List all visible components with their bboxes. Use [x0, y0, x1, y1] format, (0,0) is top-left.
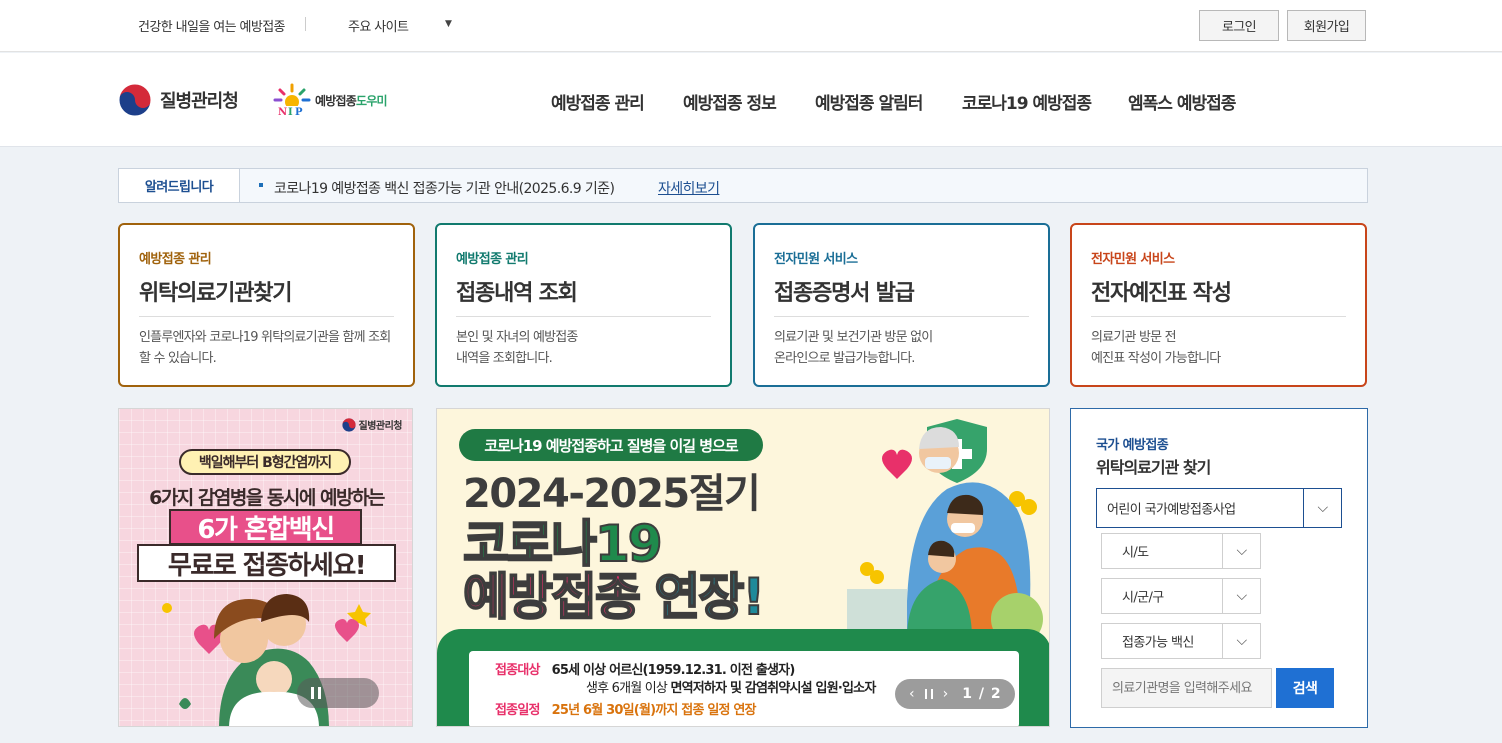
header: 질병관리청 N I P 예방접종도우미 예방접종 관리 예방접종 정보 예방접종… [0, 53, 1502, 147]
banner-row-target: 접종대상 65세 이상 어르신(1959.12.31. 이전 출생자) [495, 659, 796, 678]
pause-icon[interactable] [311, 687, 321, 699]
kdca-name: 질병관리청 [160, 91, 239, 112]
nav-vaccination-info[interactable]: 예방접종 정보 [683, 89, 777, 114]
card-divider [456, 316, 711, 317]
banner-ext-a: 예방접종 [462, 567, 642, 627]
kdca-logo[interactable]: 질병관리청 [118, 83, 239, 117]
nip-name: 예방접종도우미 [315, 92, 387, 109]
taegeuk-emblem-icon [118, 83, 152, 117]
search-button[interactable]: 검색 [1276, 668, 1334, 708]
row2-text-b: 면역저하자 및 감염취약시설 입원·입소자 [670, 681, 876, 696]
card-desc: 의료기관 방문 전 예진표 작성이 가능합니다 [1091, 330, 1221, 366]
vaccine-select-value: 접종가능 백신 [1122, 635, 1194, 651]
chevron-down-icon[interactable]: ⌵ [1303, 489, 1341, 527]
taegeuk-emblem-icon [341, 417, 356, 432]
chevron-down-icon[interactable]: ⌵ [1222, 534, 1260, 568]
nav-vaccination-notice[interactable]: 예방접종 알림터 [815, 89, 923, 114]
program-select[interactable]: 어린이 국가예방접종사업 ⌵ [1096, 488, 1342, 528]
nip-name-b: 도우미 [355, 93, 388, 108]
card-divider [774, 316, 1029, 317]
banner-line2: 6가지 감염병을 동시에 예방하는 [149, 487, 385, 509]
nav-mpox-vaccination[interactable]: 엠폭스 예방접종 [1128, 89, 1236, 114]
nav-vaccination-management[interactable]: 예방접종 관리 [551, 89, 645, 114]
chevron-right-icon[interactable]: › [943, 686, 949, 702]
signup-button[interactable]: 회원가입 [1287, 10, 1366, 41]
card-title: 접종내역 조회 [456, 281, 578, 306]
card-category: 예방접종 관리 [456, 252, 529, 267]
divider [305, 17, 306, 31]
nav-covid19-vaccination[interactable]: 코로나19 예방접종 [962, 89, 1092, 114]
vaccine-select[interactable]: 접종가능 백신 ⌵ [1101, 623, 1261, 659]
nip-logo[interactable]: N I P 예방접종도우미 [272, 82, 387, 118]
hexavalent-vaccine-banner[interactable]: 질병관리청 백일해부터 B형간염까지 6가지 감염병을 동시에 예방하는 6가 … [118, 408, 413, 727]
sido-select[interactable]: 시/도 ⌵ [1101, 533, 1261, 569]
login-button[interactable]: 로그인 [1199, 10, 1279, 41]
banner-left-controls [297, 678, 379, 708]
card-desc: 인플루엔자와 코로나19 위탁의료기관을 함께 조회할 수 있습니다. [139, 330, 391, 366]
notice-bar: 알려드립니다 코로나19 예방접종 백신 접종가능 기관 안내(2025.6.9… [118, 168, 1368, 203]
notice-text[interactable]: 코로나19 예방접종 백신 접종가능 기관 안내(2025.6.9 기준) [274, 178, 615, 198]
chevron-down-icon[interactable]: ⌵ [1222, 624, 1260, 658]
clinic-name-input[interactable] [1101, 668, 1272, 708]
bullet-icon [259, 183, 263, 187]
card-title: 접종증명서 발급 [774, 281, 915, 306]
row-tag: 접종일정 [495, 703, 540, 718]
card-title: 위탁의료기관찾기 [139, 281, 293, 306]
svg-text:N: N [278, 107, 287, 118]
major-sites-dropdown[interactable]: 주요 사이트 [348, 16, 409, 35]
chevron-down-icon[interactable]: ⌵ [1222, 579, 1260, 613]
sigungu-select-value: 시/군/구 [1122, 590, 1164, 606]
card-divider [1091, 316, 1346, 317]
svg-text:P: P [295, 107, 303, 118]
card-category: 예방접종 관리 [139, 252, 212, 267]
card-desc: 의료기관 및 보건기관 방문 없이 온라인으로 발급가능합니다. [774, 330, 933, 366]
card-e-questionnaire[interactable]: 전자민원 서비스 전자예진표 작성 의료기관 방문 전 예진표 작성이 가능합니… [1070, 223, 1367, 387]
search-title: 위탁의료기관 찾기 [1096, 458, 1211, 477]
card-vaccination-history[interactable]: 예방접종 관리 접종내역 조회 본인 및 자녀의 예방접종 내역을 조회합니다. [435, 223, 732, 387]
banner-org: 질병관리청 [341, 417, 403, 432]
clinic-search-box: 국가 예방접종 위탁의료기관 찾기 어린이 국가예방접종사업 ⌵ 시/도 ⌵ 시… [1070, 408, 1368, 728]
nip-name-a: 예방접종 [315, 93, 357, 108]
notice-more-link[interactable]: 자세히보기 [658, 178, 720, 198]
caret-down-icon[interactable]: ▼ [445, 19, 452, 29]
program-select-value: 어린이 국가예방접종사업 [1107, 502, 1236, 518]
banner-line4: 무료로 접종하세요! [137, 544, 396, 582]
card-title: 전자예진표 작성 [1091, 281, 1232, 306]
nip-sun-icon: N I P [273, 83, 311, 118]
row-tag: 접종대상 [495, 663, 540, 678]
pause-icon[interactable] [924, 689, 933, 699]
card-desc: 본인 및 자녀의 예방접종 내역을 조회합니다. [456, 330, 578, 366]
banner-org-name: 질병관리청 [358, 421, 403, 432]
notice-label: 알려드립니다 [119, 169, 240, 202]
card-category: 전자민원 서비스 [1091, 252, 1175, 267]
card-find-clinic[interactable]: 예방접종 관리 위탁의료기관찾기 인플루엔자와 코로나19 위탁의료기관을 함께… [118, 223, 415, 387]
sigungu-select[interactable]: 시/군/구 ⌵ [1101, 578, 1261, 614]
card-category: 전자민원 서비스 [774, 252, 858, 267]
elderly-family-illustration-icon [847, 419, 1043, 639]
banner-pill: 코로나19 예방접종하고 질병을 이길 병으로 [459, 429, 763, 461]
row-text: 25년 6월 30일(월)까지 접종 일정 연장 [551, 703, 757, 718]
top-utility-bar: 건강한 내일을 여는 예방접종 주요 사이트 ▼ 로그인 회원가입 [0, 0, 1502, 52]
sido-select-value: 시/도 [1122, 545, 1149, 561]
banner-row-target-2: 생후 6개월 이상 면역저하자 및 감염취약시설 입원·입소자 [586, 677, 876, 696]
banner-extension-title: 예방접종 연장! [462, 557, 766, 629]
card-divider [139, 316, 394, 317]
banner-pill: 백일해부터 B형간염까지 [179, 449, 351, 475]
chevron-left-icon[interactable]: ‹ [909, 686, 915, 702]
row-text: 65세 이상 어르신(1959.12.31. 이전 출생자) [551, 663, 796, 678]
row2-text-a: 생후 6개월 이상 [586, 681, 671, 696]
svg-text:I: I [288, 107, 293, 118]
covid19-extension-banner[interactable]: 코로나19 예방접종하고 질병을 이길 병으로 2024-2025절기 코로나1… [436, 408, 1050, 727]
banner-line3: 6가 혼합백신 [169, 509, 362, 545]
card-certificate-issue[interactable]: 전자민원 서비스 접종증명서 발급 의료기관 및 보건기관 방문 없이 온라인으… [753, 223, 1050, 387]
site-slogan: 건강한 내일을 여는 예방접종 [138, 20, 286, 35]
slide-counter: 1 / 2 [962, 686, 1002, 702]
banner-ext-b: 연장! [653, 567, 766, 627]
banner-row-schedule: 접종일정 25년 6월 30일(월)까지 접종 일정 연장 [495, 699, 757, 718]
search-subtitle: 국가 예방접종 [1096, 438, 1169, 453]
banner-center-controls: ‹ › 1 / 2 [895, 679, 1015, 709]
